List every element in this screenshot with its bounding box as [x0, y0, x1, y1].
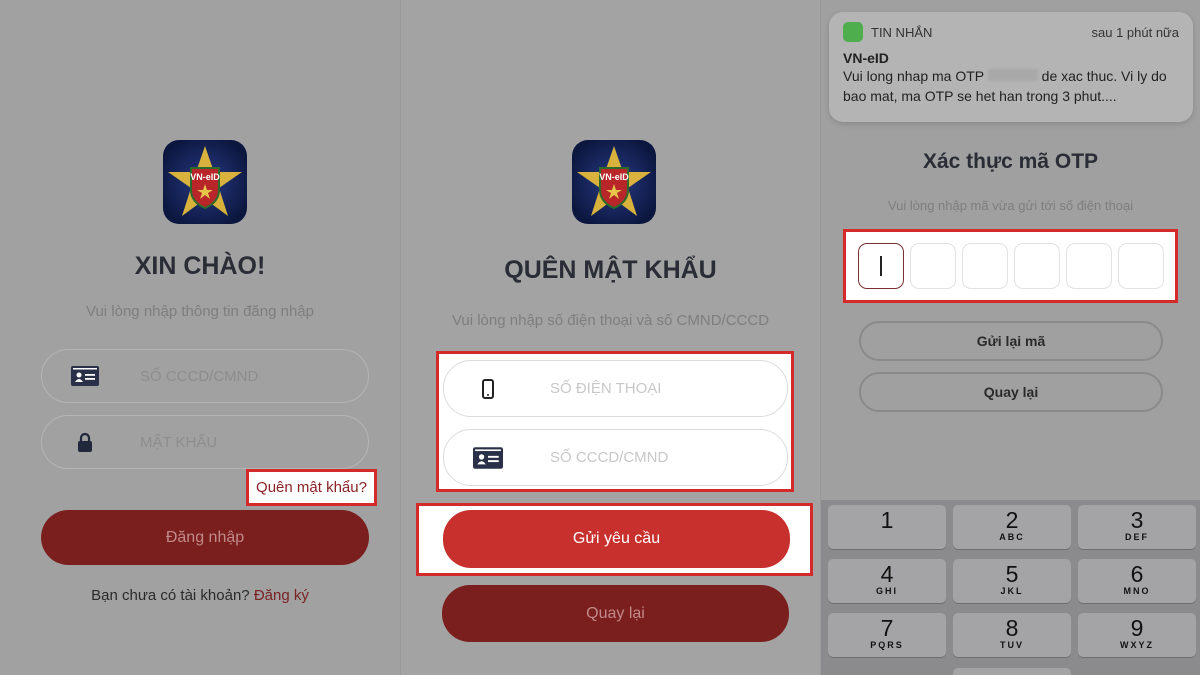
id-card-icon — [70, 366, 100, 386]
key-digit: 4 — [880, 561, 894, 587]
key-digit: 2 — [1005, 507, 1019, 533]
key-letters: WXYZ — [1120, 640, 1154, 650]
key-4[interactable]: 4 GHI — [828, 559, 946, 603]
id-card-icon — [472, 447, 504, 469]
key-digit: 8 — [1005, 615, 1019, 641]
key-digit: 9 — [1130, 615, 1144, 641]
lock-icon — [70, 432, 100, 452]
vneid-logo — [572, 140, 656, 224]
messages-app-icon — [843, 22, 863, 42]
key-letters: JKL — [1000, 586, 1024, 596]
login-button[interactable]: Đăng nhập — [41, 510, 369, 565]
notification-time: sau 1 phút nữa — [1091, 24, 1180, 40]
page-title: XIN CHÀO! — [134, 252, 266, 280]
key-digit: 5 — [1005, 561, 1019, 587]
otp-screen: TIN NHẮN sau 1 phút nữa VN-eID Vui long … — [820, 0, 1200, 675]
key-digit: 6 — [1130, 561, 1144, 587]
id-number-input[interactable]: SỐ CCCD/CMND — [41, 349, 369, 403]
page-subtitle: Vui lòng nhập số điện thoại và số CMND/C… — [451, 312, 770, 329]
phone-input[interactable]: SỐ ĐIỆN THOẠI — [443, 360, 788, 417]
password-placeholder: MẬT KHẨU — [140, 433, 218, 451]
resend-code-button[interactable]: Gửi lại mã — [859, 321, 1163, 361]
key-letters: ABC — [999, 532, 1025, 542]
id-placeholder: SỐ CCCD/CMND — [550, 449, 669, 466]
numeric-keypad: 1 2 ABC 3 DEF 4 GHI 5 JKL 6 MNO 7 PQRS 8 TUV 9 WXYZ — [821, 500, 1200, 675]
page-title: Xác thực mã OTP — [922, 150, 1099, 173]
key-6[interactable]: 6 MNO — [1078, 559, 1196, 603]
highlight-submit: Gửi yêu cầu — [416, 503, 813, 576]
key-9[interactable]: 9 WXYZ — [1078, 613, 1196, 657]
no-account-text: Bạn chưa có tài khoản? — [91, 587, 250, 604]
register-prompt: Bạn chưa có tài khoản? Đăng ký — [0, 587, 400, 604]
key-digit: 7 — [880, 615, 894, 641]
key-letters: TUV — [1000, 640, 1024, 650]
forgot-password-screen: QUÊN MẬT KHẨU Vui lòng nhập số điện thoạ… — [400, 0, 820, 675]
notification-body: Vui long nhap ma OTP de xac thuc. Vi ly … — [843, 66, 1179, 106]
otp-digit-1[interactable] — [857, 243, 904, 289]
otp-digit-3[interactable] — [961, 243, 1008, 289]
key-0[interactable] — [953, 668, 1071, 675]
notification-sender: VN-eID — [843, 50, 889, 66]
key-7[interactable]: 7 PQRS — [828, 613, 946, 657]
key-letters: DEF — [1125, 532, 1149, 542]
key-digit: 3 — [1130, 507, 1144, 533]
page-subtitle: Vui lòng nhập mã vừa gửi tới số điện tho… — [887, 198, 1134, 213]
id-placeholder: SỐ CCCD/CMND — [140, 367, 259, 385]
key-8[interactable]: 8 TUV — [953, 613, 1071, 657]
page-subtitle: Vui lòng nhập thông tin đăng nhập — [86, 303, 314, 320]
vneid-logo — [163, 140, 247, 224]
notification-app: TIN NHẮN — [871, 24, 933, 40]
key-5[interactable]: 5 JKL — [953, 559, 1071, 603]
phone-icon — [472, 378, 504, 399]
page-title: QUÊN MẬT KHẨU — [504, 256, 717, 284]
back-button[interactable]: Quay lại — [442, 585, 789, 642]
sms-notification[interactable]: TIN NHẮN sau 1 phút nữa VN-eID Vui long … — [829, 12, 1193, 122]
key-1[interactable]: 1 — [828, 505, 946, 549]
otp-digit-5[interactable] — [1065, 243, 1112, 289]
key-2[interactable]: 2 ABC — [953, 505, 1071, 549]
key-letters: GHI — [875, 586, 898, 596]
login-screen: XIN CHÀO! Vui lòng nhập thông tin đăng n… — [0, 0, 400, 675]
id-number-input[interactable]: SỐ CCCD/CMND — [443, 429, 788, 486]
body-before: Vui long nhap ma OTP — [843, 68, 984, 84]
submit-request-button[interactable]: Gửi yêu cầu — [443, 510, 790, 568]
forgot-password-link[interactable]: Quên mật khẩu? — [246, 469, 377, 506]
otp-digit-2[interactable] — [909, 243, 956, 289]
key-digit: 1 — [880, 507, 894, 533]
password-input[interactable]: MẬT KHẨU — [41, 415, 369, 469]
key-letters: MNO — [1123, 586, 1151, 596]
otp-input-group — [843, 229, 1178, 303]
register-link[interactable]: Đăng ký — [254, 587, 309, 604]
key-3[interactable]: 3 DEF — [1078, 505, 1196, 549]
key-letters: PQRS — [870, 640, 904, 650]
otp-digit-4[interactable] — [1013, 243, 1060, 289]
otp-digit-6[interactable] — [1117, 243, 1164, 289]
highlight-inputs: SỐ ĐIỆN THOẠI SỐ CCCD/CMND — [436, 351, 794, 492]
back-button[interactable]: Quay lại — [859, 372, 1163, 412]
redacted-code — [987, 69, 1038, 81]
phone-placeholder: SỐ ĐIỆN THOẠI — [550, 380, 662, 397]
